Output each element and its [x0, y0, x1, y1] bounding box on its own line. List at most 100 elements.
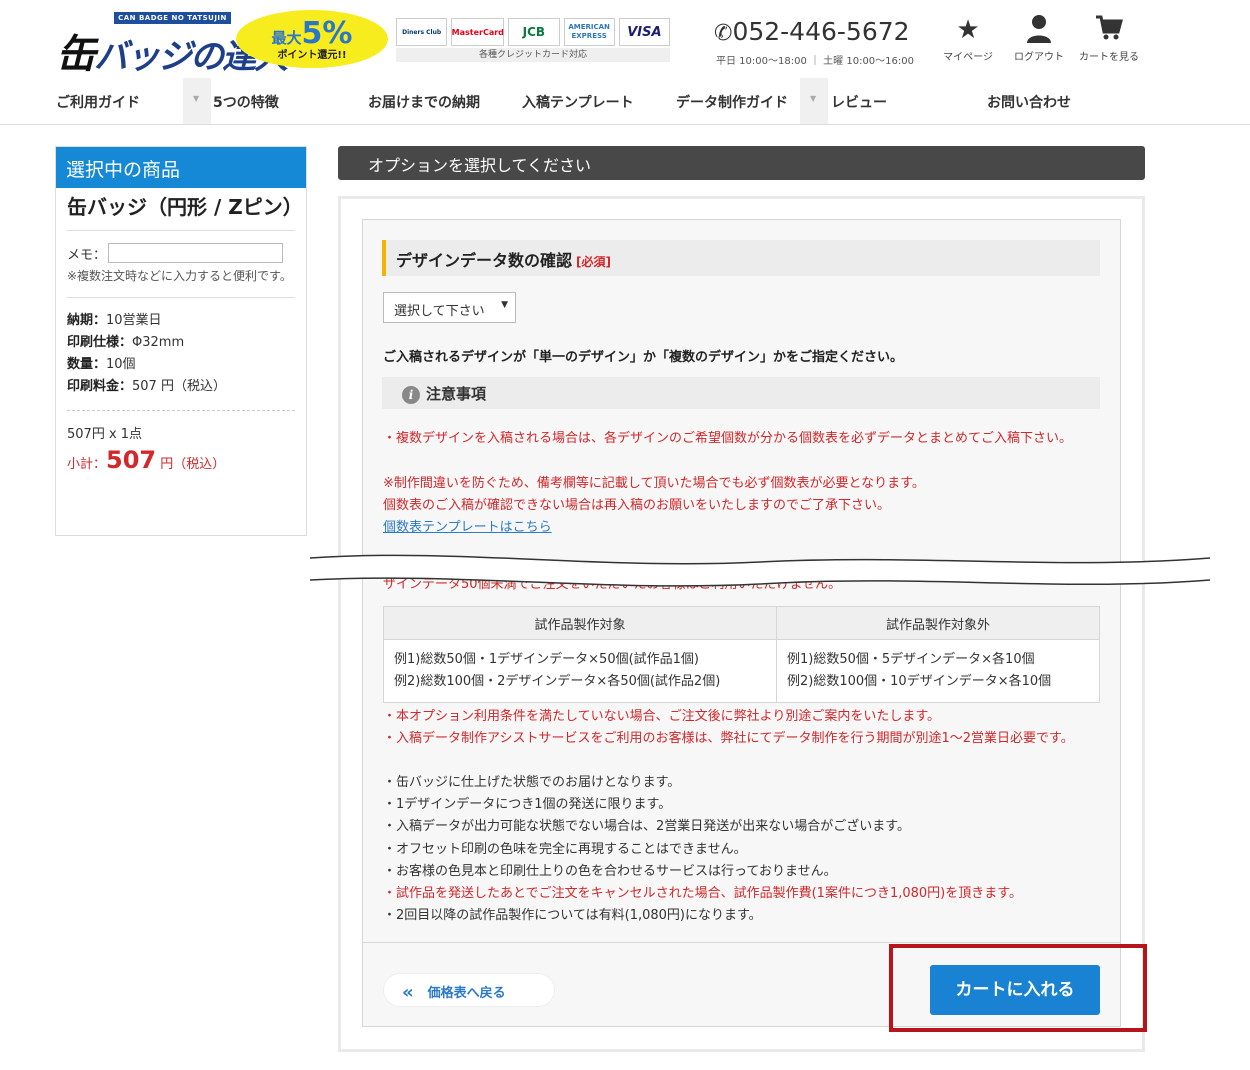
logout-link[interactable]: ログアウト: [1004, 14, 1074, 63]
chevron-down-icon: ▼: [501, 300, 508, 310]
back-button-label: 価格表へ戻る: [427, 986, 506, 1001]
double-chevron-left-icon: «: [402, 982, 414, 1003]
site-logo[interactable]: CAN BADGE NO TATSUJIN 缶バッジの達人: [56, 12, 288, 78]
template-link[interactable]: 個数表テンプレートはこちら: [383, 517, 1099, 539]
cell-line: 例1)総数50個・1デザインデータ×50個(試作品1個): [394, 652, 700, 667]
section-title: デザインデータ数の確認 [必須]: [382, 240, 1100, 276]
phone-text: 052-446-5672: [732, 17, 910, 46]
nav-data-guide-dropdown[interactable]: ▼: [800, 78, 828, 124]
nav-templates[interactable]: 入稿テンプレート: [522, 92, 634, 112]
cart-icon: [1074, 14, 1144, 48]
note-line: ・入稿データが出力可能な状態でない場合は、2営業日発送が出来ない場合がございます…: [383, 819, 910, 834]
notice-line: 個数表のご入稿が確認できない場合は再入稿のお願いをいたしますのでご了承下さい。: [383, 498, 891, 513]
subtotal: 小計：507 円（税込）: [67, 446, 295, 474]
section-title-text: デザインデータ数の確認: [396, 251, 573, 270]
back-to-price-button[interactable]: « 価格表へ戻る: [383, 973, 555, 1007]
section-description: ご入稿されるデザインが「単一のデザイン」か「複数のデザイン」かをご指定ください。: [383, 350, 904, 365]
note-line: ・入稿データ制作アシストサービスをご利用のお客様は、弊社にてデータ制作を行う期間…: [383, 731, 1074, 746]
page-break-tear: [309, 554, 1210, 587]
chevron-down-icon: ▼: [810, 94, 817, 103]
spec-row: 印刷料金：507 円（税込）: [67, 376, 295, 398]
selected-product-panel: 選択中の商品 缶バッジ（円形 / Zピン） メモ： ※複数注文時などに入力すると…: [55, 146, 307, 536]
nav-delivery[interactable]: お届けまでの納期: [368, 92, 480, 112]
nav-guide[interactable]: ご利用ガイド: [56, 92, 140, 112]
table-header: 試作品製作対象: [383, 606, 777, 640]
note-line: ・2回目以降の試作品製作については有料(1,080円)になります。: [383, 908, 762, 923]
memo-note: ※複数注文時などに入力すると便利です。: [67, 265, 295, 298]
subtotal-amount: 507: [106, 446, 157, 474]
template-link-text[interactable]: 個数表テンプレートはこちら: [383, 520, 552, 535]
logo-kan: 缶: [56, 32, 96, 78]
nav-features[interactable]: 5つの特徴: [213, 92, 279, 112]
table-header: 試作品製作対象外: [776, 606, 1100, 640]
memo-label: メモ：: [67, 247, 107, 263]
mastercard-logo: MasterCard: [451, 18, 505, 46]
highlight-box: [889, 944, 1147, 1032]
page-root: CAN BADGE NO TATSUJIN 缶バッジの達人 最大5% ポイント還…: [0, 0, 1250, 1070]
logout-label: ログアウト: [1014, 52, 1064, 63]
options-header: オプションを選択してください: [338, 146, 1145, 180]
spec-value: Φ32mm: [132, 335, 185, 350]
spec-key: 数量：: [67, 357, 107, 372]
credit-cards: Diners Club MasterCard JCB AMERICAN EXPR…: [396, 18, 670, 62]
product-specs: 納期：10営業日 印刷仕様：Φ32mm 数量：10個 印刷料金：507 円（税込…: [67, 310, 295, 411]
quantity-line: 507円 x 1点: [67, 427, 143, 442]
user-icon: [1004, 14, 1074, 48]
footer-divider: [363, 942, 1120, 943]
business-hours: 平日 10:00〜18:00 ｜ 土曜 10:00〜16:00: [716, 56, 914, 67]
note-line: ・1デザインデータにつき1個の発送に限ります。: [383, 797, 672, 812]
spec-row: 納期：10営業日: [67, 310, 295, 332]
spec-row: 印刷仕様：Φ32mm: [67, 332, 295, 354]
spec-row: 数量：10個: [67, 354, 295, 376]
main-nav: ご利用ガイド ▼ 5つの特徴 お届けまでの納期 入稿テンプレート データ制作ガイ…: [0, 78, 1250, 125]
nav-data-guide[interactable]: データ制作ガイド: [676, 92, 788, 112]
nav-guide-dropdown[interactable]: ▼: [183, 78, 211, 124]
jcb-card-logo: JCB: [508, 18, 560, 46]
notice-title: 注意事項: [426, 385, 487, 403]
nav-reviews[interactable]: レビュー: [831, 92, 887, 112]
mypage-label: マイページ: [943, 52, 993, 63]
required-badge: [必須]: [576, 255, 611, 269]
visa-card-logo: VISA: [618, 18, 670, 46]
notice-line: ※制作間違いを防ぐため、備考欄等に記載して頂いた場合でも必ず個数表が必要となりま…: [383, 476, 925, 491]
cell-line: 例1)総数50個・5デザインデータ×各10個: [787, 652, 1035, 667]
phone-number[interactable]: ✆052-446-5672: [714, 17, 910, 46]
nav-contact[interactable]: お問い合わせ: [987, 92, 1071, 112]
star-icon: ★: [956, 15, 980, 45]
subtotal-label: 小計：: [67, 457, 107, 472]
promo-prefix: 最大: [271, 29, 302, 47]
memo-input[interactable]: [108, 243, 284, 263]
view-cart-link[interactable]: カートを見る: [1074, 14, 1144, 63]
cell-line: 例2)総数100個・10デザインデータ×各10個: [787, 674, 1052, 689]
note-line: ・缶バッジに仕上げた状態でのお届けとなります。: [383, 775, 681, 790]
note-line: ・オフセット印刷の色味を完全に再現することはできません。: [383, 842, 747, 857]
spec-key: 印刷仕様：: [67, 335, 133, 350]
info-icon: i: [402, 386, 420, 404]
chevron-down-icon: ▼: [193, 94, 200, 103]
mypage-link[interactable]: ★ マイページ: [933, 14, 1003, 63]
promo-sub: ポイント還元!!: [277, 50, 347, 61]
cell-line: 例2)総数100個・2デザインデータ×各50個(試作品2個): [394, 674, 721, 689]
subtotal-unit: 円（税込）: [160, 457, 226, 472]
spec-value: 507 円（税込）: [132, 379, 226, 394]
spec-value: 10営業日: [106, 313, 162, 328]
spec-key: 印刷料金：: [67, 379, 133, 394]
note-line: ・試作品を発送したあとでご注文をキャンセルされた場合、試作品製作費(1案件につき…: [383, 886, 1022, 901]
phone-icon: ✆: [714, 21, 733, 46]
prototype-table: 試作品製作対象 試作品製作対象外 例1)総数50個・1デザインデータ×50個(試…: [383, 606, 1100, 703]
amex-card-logo: AMERICAN EXPRESS: [563, 18, 615, 46]
notice-header: i 注意事項: [382, 377, 1100, 409]
note-line: ・お客様の色見本と印刷仕上りの色を合わせるサービスは行っておりません。: [383, 864, 837, 879]
cards-caption: 各種クレジットカード対応: [396, 48, 670, 62]
select-value: 選択して下さい: [394, 304, 485, 319]
table-cell: 例1)総数50個・1デザインデータ×50個(試作品1個) 例2)総数100個・2…: [383, 639, 777, 703]
diners-card-logo: Diners Club: [396, 18, 448, 46]
memo-row: メモ：: [67, 243, 295, 263]
note-line: ・本オプション利用条件を満たしていない場合、ご注文後に弊社より別途ご案内をいたし…: [383, 709, 941, 724]
points-promo-badge: 最大5% ポイント還元!!: [236, 10, 388, 68]
cart-label: カートを見る: [1079, 52, 1139, 63]
design-count-select[interactable]: 選択して下さい ▼: [383, 292, 516, 323]
selected-product-title: 選択中の商品: [56, 147, 306, 188]
table-cell: 例1)総数50個・5デザインデータ×各10個 例2)総数100個・10デザインデ…: [776, 639, 1100, 703]
table-row: 例1)総数50個・1デザインデータ×50個(試作品1個) 例2)総数100個・2…: [383, 639, 1100, 703]
